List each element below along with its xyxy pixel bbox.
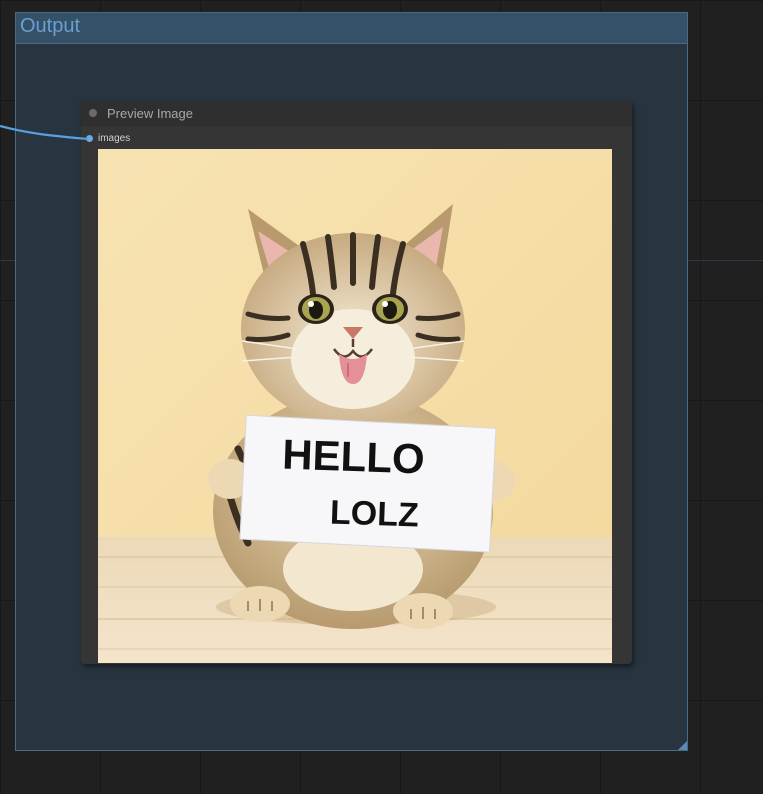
group-resize-handle[interactable] (678, 741, 687, 750)
group-title: Output (20, 15, 81, 37)
preview-image-node[interactable]: Preview Image images HELLO LOLZ (81, 101, 632, 664)
node-header[interactable]: Preview Image (81, 101, 632, 126)
sign-text-line1: HELLO (282, 431, 426, 483)
group-header[interactable]: Output (16, 13, 687, 44)
node-collapse-icon[interactable] (89, 109, 97, 117)
node-title: Preview Image (107, 106, 193, 121)
sign-text-line2: LOLZ (329, 493, 419, 534)
images-input-label: images (98, 133, 131, 144)
images-input-slot-icon[interactable] (86, 135, 93, 142)
preview-image: HELLO LOLZ (98, 149, 612, 663)
